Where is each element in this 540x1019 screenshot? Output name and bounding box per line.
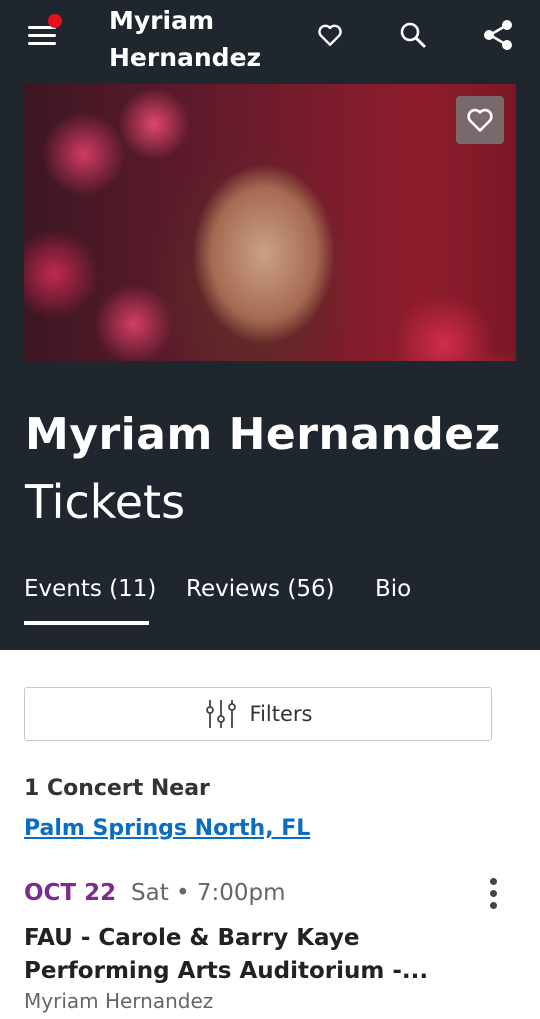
results-count: 1 Concert Near <box>24 776 210 801</box>
filters-button[interactable]: Filters <box>24 687 492 741</box>
location-link[interactable]: Palm Springs North, FL <box>24 812 310 846</box>
more-icon-dot <box>489 901 497 909</box>
share-icon <box>484 20 512 50</box>
more-icon <box>489 877 497 885</box>
artist-subtitle: Tickets <box>25 475 186 529</box>
search-button[interactable] <box>396 18 430 52</box>
menu-button[interactable] <box>26 14 62 50</box>
artist-name: Myriam Hernandez <box>25 409 501 460</box>
event-artist: Myriam Hernandez <box>24 989 214 1013</box>
tab-events[interactable]: Events (11) <box>24 572 156 606</box>
event-more-button[interactable] <box>478 872 508 914</box>
active-tab-indicator <box>24 621 149 625</box>
notification-dot <box>48 14 62 28</box>
app-title: Myriam Hernandez <box>109 6 262 72</box>
event-venue[interactable]: FAU - Carole & Barry Kaye Performing Art… <box>24 922 464 988</box>
artist-hero-image <box>24 84 516 361</box>
share-button[interactable] <box>481 18 515 52</box>
header: Myriam Hernandez Myriam Hernandez Ticket… <box>0 0 540 650</box>
tab-bio[interactable]: Bio <box>375 572 411 606</box>
heart-icon <box>318 24 342 46</box>
event-day-time: Sat • 7:00pm <box>131 880 286 906</box>
menu-icon-bar <box>28 42 56 45</box>
search-icon <box>400 22 426 48</box>
event-date: OCT 22 <box>24 880 117 906</box>
heart-icon <box>467 108 493 132</box>
favorite-button[interactable] <box>313 18 347 52</box>
tab-reviews[interactable]: Reviews (56) <box>186 572 335 606</box>
filters-label: Filters <box>249 702 313 726</box>
more-icon-dot <box>489 889 497 897</box>
menu-icon-bar <box>28 34 56 37</box>
hero-favorite-button[interactable] <box>456 96 504 144</box>
sliders-icon <box>205 700 236 728</box>
